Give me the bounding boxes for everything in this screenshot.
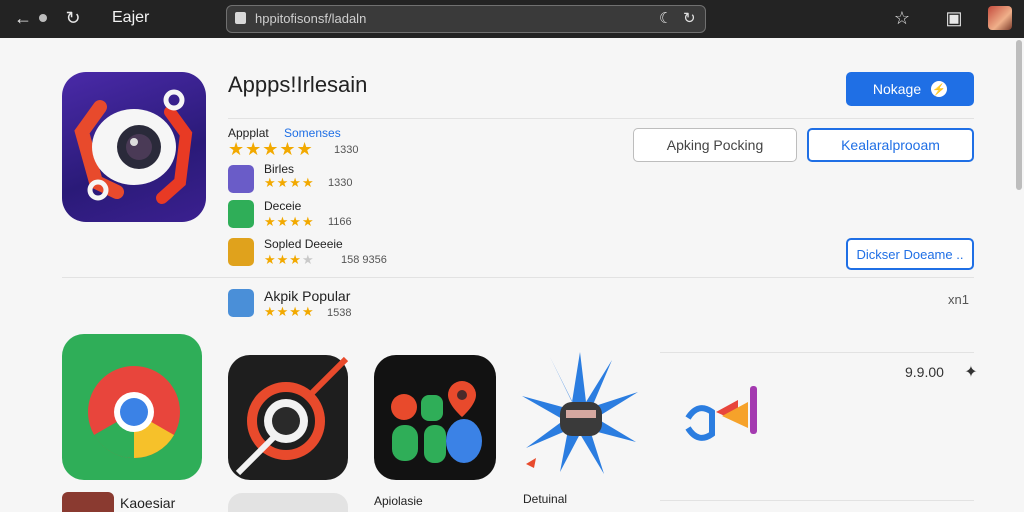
review-count: 1166: [328, 216, 352, 228]
meta-link[interactable]: Somenses: [284, 126, 341, 140]
featured-stars: ★★★★: [264, 304, 315, 319]
outline-button[interactable]: Kealaralprooam: [807, 128, 974, 162]
secondary-button[interactable]: Apking Pocking: [633, 128, 797, 162]
moon-icon[interactable]: ☾: [659, 9, 672, 27]
star-icon[interactable]: ☆: [889, 6, 915, 30]
primary-button[interactable]: Nokage ⚡: [846, 72, 974, 106]
meta-label: Appplat: [228, 126, 269, 140]
play-icon: [685, 386, 757, 441]
app-tile-play[interactable]: [682, 378, 774, 458]
app-caption: Apiolasie: [374, 494, 423, 508]
details-button[interactable]: Dickser Doeame ..: [846, 238, 974, 270]
lock-icon: [235, 12, 246, 24]
app-tile-shapes[interactable]: [374, 355, 496, 480]
rating-count: 1330: [334, 144, 359, 156]
divider: [228, 118, 974, 119]
app-caption: Detuinal: [523, 492, 568, 506]
lightning-icon: ⚡: [931, 81, 948, 97]
featured-extra: xn1: [948, 292, 969, 307]
app-thumb[interactable]: [228, 493, 348, 512]
window-title: Eajer: [112, 9, 150, 26]
address-bar[interactable]: hppitofisonsf/ladaln ☾ ↻: [226, 5, 706, 33]
rating-stars: ★★★★★: [228, 139, 314, 159]
price: 9.9.00: [905, 364, 944, 380]
app-thumb[interactable]: [62, 492, 114, 512]
pin-icon[interactable]: ✦: [958, 360, 984, 384]
divider: [660, 500, 974, 501]
featured-count: 1538: [327, 307, 352, 319]
featured-name: Akpik Popular: [264, 288, 351, 304]
page-title: Appps!Irlesain: [228, 72, 368, 97]
chrome-icon: [88, 366, 180, 459]
review-name: Sopled Deeeie: [264, 237, 343, 251]
url-text[interactable]: hppitofisonsf/ladaln: [255, 11, 366, 26]
divider: [660, 352, 974, 353]
app-icon-camera[interactable]: [62, 72, 206, 222]
scrollbar[interactable]: [1016, 40, 1022, 190]
review-stars: ★★★★: [264, 175, 315, 190]
avatar[interactable]: [988, 6, 1012, 30]
review-name: Deceie: [264, 199, 302, 213]
featured-avatar: [228, 289, 254, 317]
app-tile-burst[interactable]: [520, 352, 640, 482]
review-stars: ★★★★: [264, 252, 315, 267]
refresh-icon[interactable]: ↻: [683, 9, 696, 27]
share-icon[interactable]: ▣: [941, 6, 967, 30]
review-stars: ★★★★: [264, 214, 315, 229]
review-count: 158 9356: [341, 254, 387, 266]
review-name: Birles: [264, 162, 295, 176]
app-tile-chrome[interactable]: [62, 334, 202, 480]
back-icon[interactable]: ←: [10, 6, 36, 30]
lens-icon: [235, 356, 349, 476]
reload-icon[interactable]: ↻: [60, 6, 86, 30]
forward-icon[interactable]: [34, 6, 52, 30]
shapes-icon: [391, 381, 482, 463]
burst-icon: [522, 352, 638, 474]
reviewer-avatar: [228, 165, 254, 193]
camera-icon: [74, 89, 193, 204]
review-count: 1330: [328, 177, 353, 189]
primary-button-label: Nokage: [872, 81, 922, 97]
reviewer-avatar: [228, 238, 254, 266]
reviewer-avatar: [228, 200, 254, 228]
browser-titlebar: ← ↻ Eajer hppitofisonsf/ladaln ☾ ↻ ☆ ▣: [0, 0, 1024, 38]
divider: [62, 277, 974, 278]
app-caption: Kaoesiar: [120, 495, 176, 511]
app-tile-lens[interactable]: [228, 355, 349, 480]
